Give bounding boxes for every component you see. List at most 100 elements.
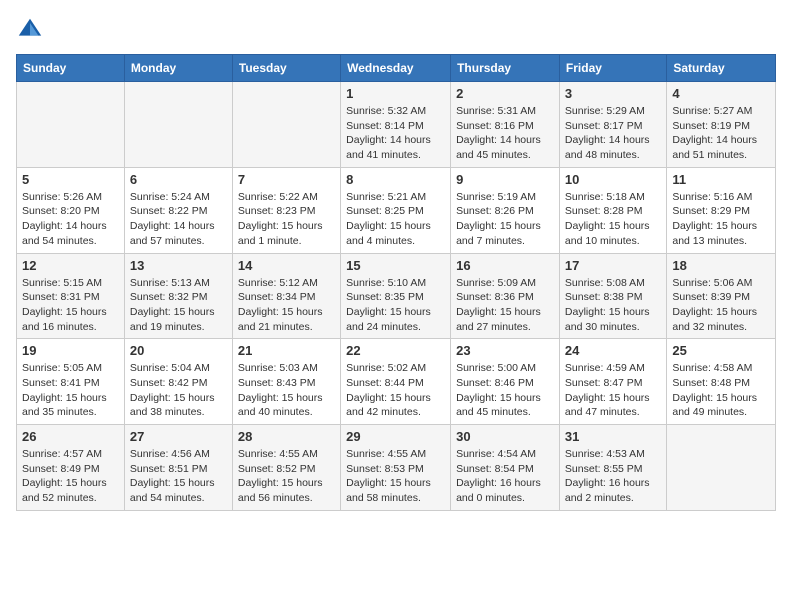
day-number: 24 — [565, 343, 661, 358]
calendar-cell: 27 Sunrise: 4:56 AMSunset: 8:51 PMDayligh… — [124, 425, 232, 511]
week-row: 1 Sunrise: 5:32 AMSunset: 8:14 PMDaylight… — [17, 82, 776, 168]
calendar-cell: 5 Sunrise: 5:26 AMSunset: 8:20 PMDaylight… — [17, 167, 125, 253]
day-info: Sunrise: 5:12 AMSunset: 8:34 PMDaylight:… — [238, 276, 335, 335]
week-row: 19Sunrise: 5:05 AMSunset: 8:41 PMDayligh… — [17, 339, 776, 425]
calendar-cell: 24 Sunrise: 4:59 AMSunset: 8:47 PMDayligh… — [559, 339, 666, 425]
calendar-cell — [667, 425, 776, 511]
day-number: 9 — [456, 172, 554, 187]
day-number: 30 — [456, 429, 554, 444]
day-header-tuesday: Tuesday — [232, 55, 340, 82]
day-info: Sunrise: 4:59 AMSunset: 8:47 PMDaylight:… — [565, 361, 661, 420]
day-info: Sunrise: 5:16 AMSunset: 8:29 PMDaylight:… — [672, 190, 770, 249]
week-row: 12Sunrise: 5:15 AMSunset: 8:31 PMDayligh… — [17, 253, 776, 339]
day-number: 11 — [672, 172, 770, 187]
day-number: 26 — [22, 429, 119, 444]
day-info: Sunrise: 5:00 AMSunset: 8:46 PMDaylight:… — [456, 361, 554, 420]
calendar-cell: 21Sunrise: 5:03 AMSunset: 8:43 PMDayligh… — [232, 339, 340, 425]
calendar-table: SundayMondayTuesdayWednesdayThursdayFrid… — [16, 54, 776, 511]
day-info: Sunrise: 5:02 AMSunset: 8:44 PMDaylight:… — [346, 361, 445, 420]
day-info: Sunrise: 5:24 AMSunset: 8:22 PMDaylight:… — [130, 190, 227, 249]
calendar-cell: 6 Sunrise: 5:24 AMSunset: 8:22 PMDaylight… — [124, 167, 232, 253]
day-number: 1 — [346, 86, 445, 101]
calendar-cell: 20 Sunrise: 5:04 AMSunset: 8:42 PMDayligh… — [124, 339, 232, 425]
calendar-cell: 9 Sunrise: 5:19 AMSunset: 8:26 PMDaylight… — [451, 167, 560, 253]
day-info: Sunrise: 5:13 AMSunset: 8:32 PMDaylight:… — [130, 276, 227, 335]
calendar-cell: 25Sunrise: 4:58 AMSunset: 8:48 PMDayligh… — [667, 339, 776, 425]
calendar-cell: 26Sunrise: 4:57 AMSunset: 8:49 PMDayligh… — [17, 425, 125, 511]
calendar-cell: 17 Sunrise: 5:08 AMSunset: 8:38 PMDayligh… — [559, 253, 666, 339]
calendar-cell — [232, 82, 340, 168]
day-header-saturday: Saturday — [667, 55, 776, 82]
calendar-cell: 22Sunrise: 5:02 AMSunset: 8:44 PMDayligh… — [341, 339, 451, 425]
calendar-cell: 13 Sunrise: 5:13 AMSunset: 8:32 PMDayligh… — [124, 253, 232, 339]
day-info: Sunrise: 5:29 AMSunset: 8:17 PMDaylight:… — [565, 104, 661, 163]
calendar-cell: 14 Sunrise: 5:12 AMSunset: 8:34 PMDayligh… — [232, 253, 340, 339]
day-info: Sunrise: 4:56 AMSunset: 8:51 PMDaylight:… — [130, 447, 227, 506]
day-number: 23 — [456, 343, 554, 358]
day-info: Sunrise: 5:15 AMSunset: 8:31 PMDaylight:… — [22, 276, 119, 335]
day-number: 18 — [672, 258, 770, 273]
day-number: 15 — [346, 258, 445, 273]
calendar-cell: 15 Sunrise: 5:10 AMSunset: 8:35 PMDayligh… — [341, 253, 451, 339]
day-info: Sunrise: 5:21 AMSunset: 8:25 PMDaylight:… — [346, 190, 445, 249]
day-info: Sunrise: 5:26 AMSunset: 8:20 PMDaylight:… — [22, 190, 119, 249]
calendar-cell: 23 Sunrise: 5:00 AMSunset: 8:46 PMDayligh… — [451, 339, 560, 425]
calendar-cell: 31 Sunrise: 4:53 AMSunset: 8:55 PMDayligh… — [559, 425, 666, 511]
day-number: 17 — [565, 258, 661, 273]
day-info: Sunrise: 5:08 AMSunset: 8:38 PMDaylight:… — [565, 276, 661, 335]
day-number: 3 — [565, 86, 661, 101]
day-number: 20 — [130, 343, 227, 358]
calendar-cell: 29 Sunrise: 4:55 AMSunset: 8:53 PMDayligh… — [341, 425, 451, 511]
day-number: 21 — [238, 343, 335, 358]
day-info: Sunrise: 4:55 AMSunset: 8:53 PMDaylight:… — [346, 447, 445, 506]
day-info: Sunrise: 5:06 AMSunset: 8:39 PMDaylight:… — [672, 276, 770, 335]
day-info: Sunrise: 5:32 AMSunset: 8:14 PMDaylight:… — [346, 104, 445, 163]
calendar-cell: 16 Sunrise: 5:09 AMSunset: 8:36 PMDayligh… — [451, 253, 560, 339]
day-number: 14 — [238, 258, 335, 273]
day-info: Sunrise: 5:18 AMSunset: 8:28 PMDaylight:… — [565, 190, 661, 249]
day-number: 13 — [130, 258, 227, 273]
day-number: 5 — [22, 172, 119, 187]
day-header-monday: Monday — [124, 55, 232, 82]
calendar-cell: 7 Sunrise: 5:22 AMSunset: 8:23 PMDaylight… — [232, 167, 340, 253]
day-header-thursday: Thursday — [451, 55, 560, 82]
day-info: Sunrise: 4:53 AMSunset: 8:55 PMDaylight:… — [565, 447, 661, 506]
logo — [16, 16, 48, 44]
header — [16, 16, 776, 44]
day-number: 29 — [346, 429, 445, 444]
calendar-cell: 28Sunrise: 4:55 AMSunset: 8:52 PMDayligh… — [232, 425, 340, 511]
day-info: Sunrise: 5:04 AMSunset: 8:42 PMDaylight:… — [130, 361, 227, 420]
day-info: Sunrise: 5:22 AMSunset: 8:23 PMDaylight:… — [238, 190, 335, 249]
day-info: Sunrise: 5:09 AMSunset: 8:36 PMDaylight:… — [456, 276, 554, 335]
day-header-wednesday: Wednesday — [341, 55, 451, 82]
day-number: 10 — [565, 172, 661, 187]
day-info: Sunrise: 5:19 AMSunset: 8:26 PMDaylight:… — [456, 190, 554, 249]
day-header-sunday: Sunday — [17, 55, 125, 82]
calendar-cell: 8 Sunrise: 5:21 AMSunset: 8:25 PMDaylight… — [341, 167, 451, 253]
header-row: SundayMondayTuesdayWednesdayThursdayFrid… — [17, 55, 776, 82]
day-number: 8 — [346, 172, 445, 187]
day-info: Sunrise: 5:10 AMSunset: 8:35 PMDaylight:… — [346, 276, 445, 335]
calendar-cell: 3 Sunrise: 5:29 AMSunset: 8:17 PMDaylight… — [559, 82, 666, 168]
week-row: 26Sunrise: 4:57 AMSunset: 8:49 PMDayligh… — [17, 425, 776, 511]
day-header-friday: Friday — [559, 55, 666, 82]
day-info: Sunrise: 4:54 AMSunset: 8:54 PMDaylight:… — [456, 447, 554, 506]
week-row: 5 Sunrise: 5:26 AMSunset: 8:20 PMDaylight… — [17, 167, 776, 253]
calendar-cell — [124, 82, 232, 168]
day-number: 27 — [130, 429, 227, 444]
calendar-cell: 18 Sunrise: 5:06 AMSunset: 8:39 PMDayligh… — [667, 253, 776, 339]
day-number: 6 — [130, 172, 227, 187]
day-number: 4 — [672, 86, 770, 101]
day-number: 2 — [456, 86, 554, 101]
calendar-cell: 11 Sunrise: 5:16 AMSunset: 8:29 PMDayligh… — [667, 167, 776, 253]
logo-icon — [16, 16, 44, 44]
calendar-cell: 1 Sunrise: 5:32 AMSunset: 8:14 PMDaylight… — [341, 82, 451, 168]
day-number: 7 — [238, 172, 335, 187]
calendar-cell: 4Sunrise: 5:27 AMSunset: 8:19 PMDaylight… — [667, 82, 776, 168]
calendar-cell — [17, 82, 125, 168]
day-number: 16 — [456, 258, 554, 273]
calendar-cell: 19Sunrise: 5:05 AMSunset: 8:41 PMDayligh… — [17, 339, 125, 425]
day-info: Sunrise: 5:05 AMSunset: 8:41 PMDaylight:… — [22, 361, 119, 420]
calendar-cell: 12Sunrise: 5:15 AMSunset: 8:31 PMDayligh… — [17, 253, 125, 339]
day-number: 31 — [565, 429, 661, 444]
